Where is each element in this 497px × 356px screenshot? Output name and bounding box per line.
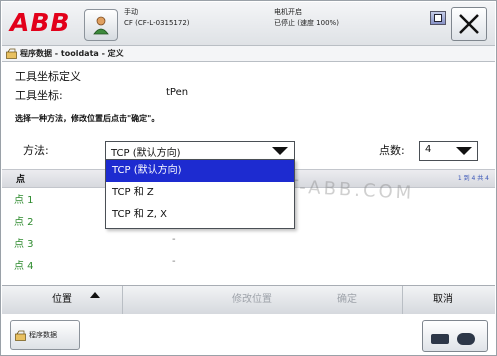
status-mode-line2: CF (CF-L-0315172) xyxy=(124,19,190,27)
close-button[interactable] xyxy=(451,7,487,41)
top-bar: ABB 手动 CF (CF-L-0315172) 电机开启 已停止 (速度 10… xyxy=(2,2,495,46)
abb-logo: ABB xyxy=(8,8,80,42)
point-value: - xyxy=(172,256,176,267)
user-button[interactable] xyxy=(84,9,118,41)
method-option-tcp-default[interactable]: TCP (默认方向) xyxy=(106,160,294,182)
taskbar-tab-program-data[interactable]: 程序数据 xyxy=(10,320,80,350)
breadcrumb-text: 程序数据 - tooldata - 定义 xyxy=(20,49,124,58)
page-info: 1 到 4 共 4 xyxy=(457,175,489,182)
command-bar: 位置 修改位置 确定 取消 xyxy=(2,285,495,315)
method-dropdown-list: TCP (默认方向) TCP 和 Z TCP 和 Z, X xyxy=(105,159,295,229)
list-item[interactable]: 点 3 - xyxy=(2,231,495,253)
status-motor-line1: 电机开启 xyxy=(274,8,302,16)
confirm-button[interactable]: 确定 xyxy=(312,286,382,314)
position-button[interactable]: 位置 xyxy=(2,286,123,314)
page-title: 工具坐标定义 xyxy=(15,70,81,83)
status-motor: 电机开启 已停止 (速度 100%) xyxy=(274,7,339,29)
method-option-tcp-z[interactable]: TCP 和 Z xyxy=(106,182,294,204)
chevron-up-icon xyxy=(90,292,100,298)
window-icon-inner xyxy=(434,14,442,22)
tool-coordinate-value: tPen xyxy=(166,87,189,98)
jog-icon xyxy=(431,334,449,344)
user-icon xyxy=(93,16,109,35)
point-name: 点 1 xyxy=(14,195,34,206)
point-value: - xyxy=(172,234,176,245)
column-header-point: 点 xyxy=(16,175,26,185)
chevron-down-icon xyxy=(456,147,472,155)
status-motor-line2: 已停止 (速度 100%) xyxy=(274,19,339,27)
breadcrumb: 程序数据 - tooldata - 定义 xyxy=(2,46,495,62)
speed-icon xyxy=(457,333,475,345)
list-item[interactable]: 点 4 - xyxy=(2,253,495,275)
abb-logo-text: ABB xyxy=(10,8,71,37)
method-select[interactable]: TCP (默认方向) xyxy=(105,141,295,161)
points-label: 点数: xyxy=(379,144,405,157)
chevron-down-icon xyxy=(272,147,288,155)
point-name: 点 3 xyxy=(14,239,34,250)
status-mode: 手动 CF (CF-L-0315172) xyxy=(124,7,190,29)
point-name: 点 4 xyxy=(14,261,34,272)
instruction-text: 选择一种方法，修改位置后点击"确定"。 xyxy=(15,114,160,123)
close-icon xyxy=(459,14,479,34)
method-label: 方法: xyxy=(23,144,49,157)
position-button-label: 位置 xyxy=(52,294,72,305)
status-mode-line1: 手动 xyxy=(124,8,138,16)
points-select[interactable]: 4 xyxy=(419,141,478,161)
tool-coordinate-label: 工具坐标: xyxy=(15,89,63,102)
taskbar-tab-label: 程序数据 xyxy=(29,331,57,339)
cancel-button[interactable]: 取消 xyxy=(402,286,483,314)
method-option-tcp-z-x[interactable]: TCP 和 Z, X xyxy=(106,204,294,226)
program-data-icon xyxy=(6,48,17,59)
quickset-button[interactable] xyxy=(422,320,488,352)
flexpendant-window: ABB 手动 CF (CF-L-0315172) 电机开启 已停止 (速度 10… xyxy=(0,0,497,356)
program-data-icon xyxy=(15,330,26,341)
points-selected-value: 4 xyxy=(425,144,432,155)
method-selected-value: TCP (默认方向) xyxy=(111,148,181,159)
taskbar: 程序数据 xyxy=(2,314,495,355)
modify-position-button[interactable]: 修改位置 xyxy=(202,286,302,314)
window-icon[interactable] xyxy=(430,11,446,25)
point-name: 点 2 xyxy=(14,217,34,228)
